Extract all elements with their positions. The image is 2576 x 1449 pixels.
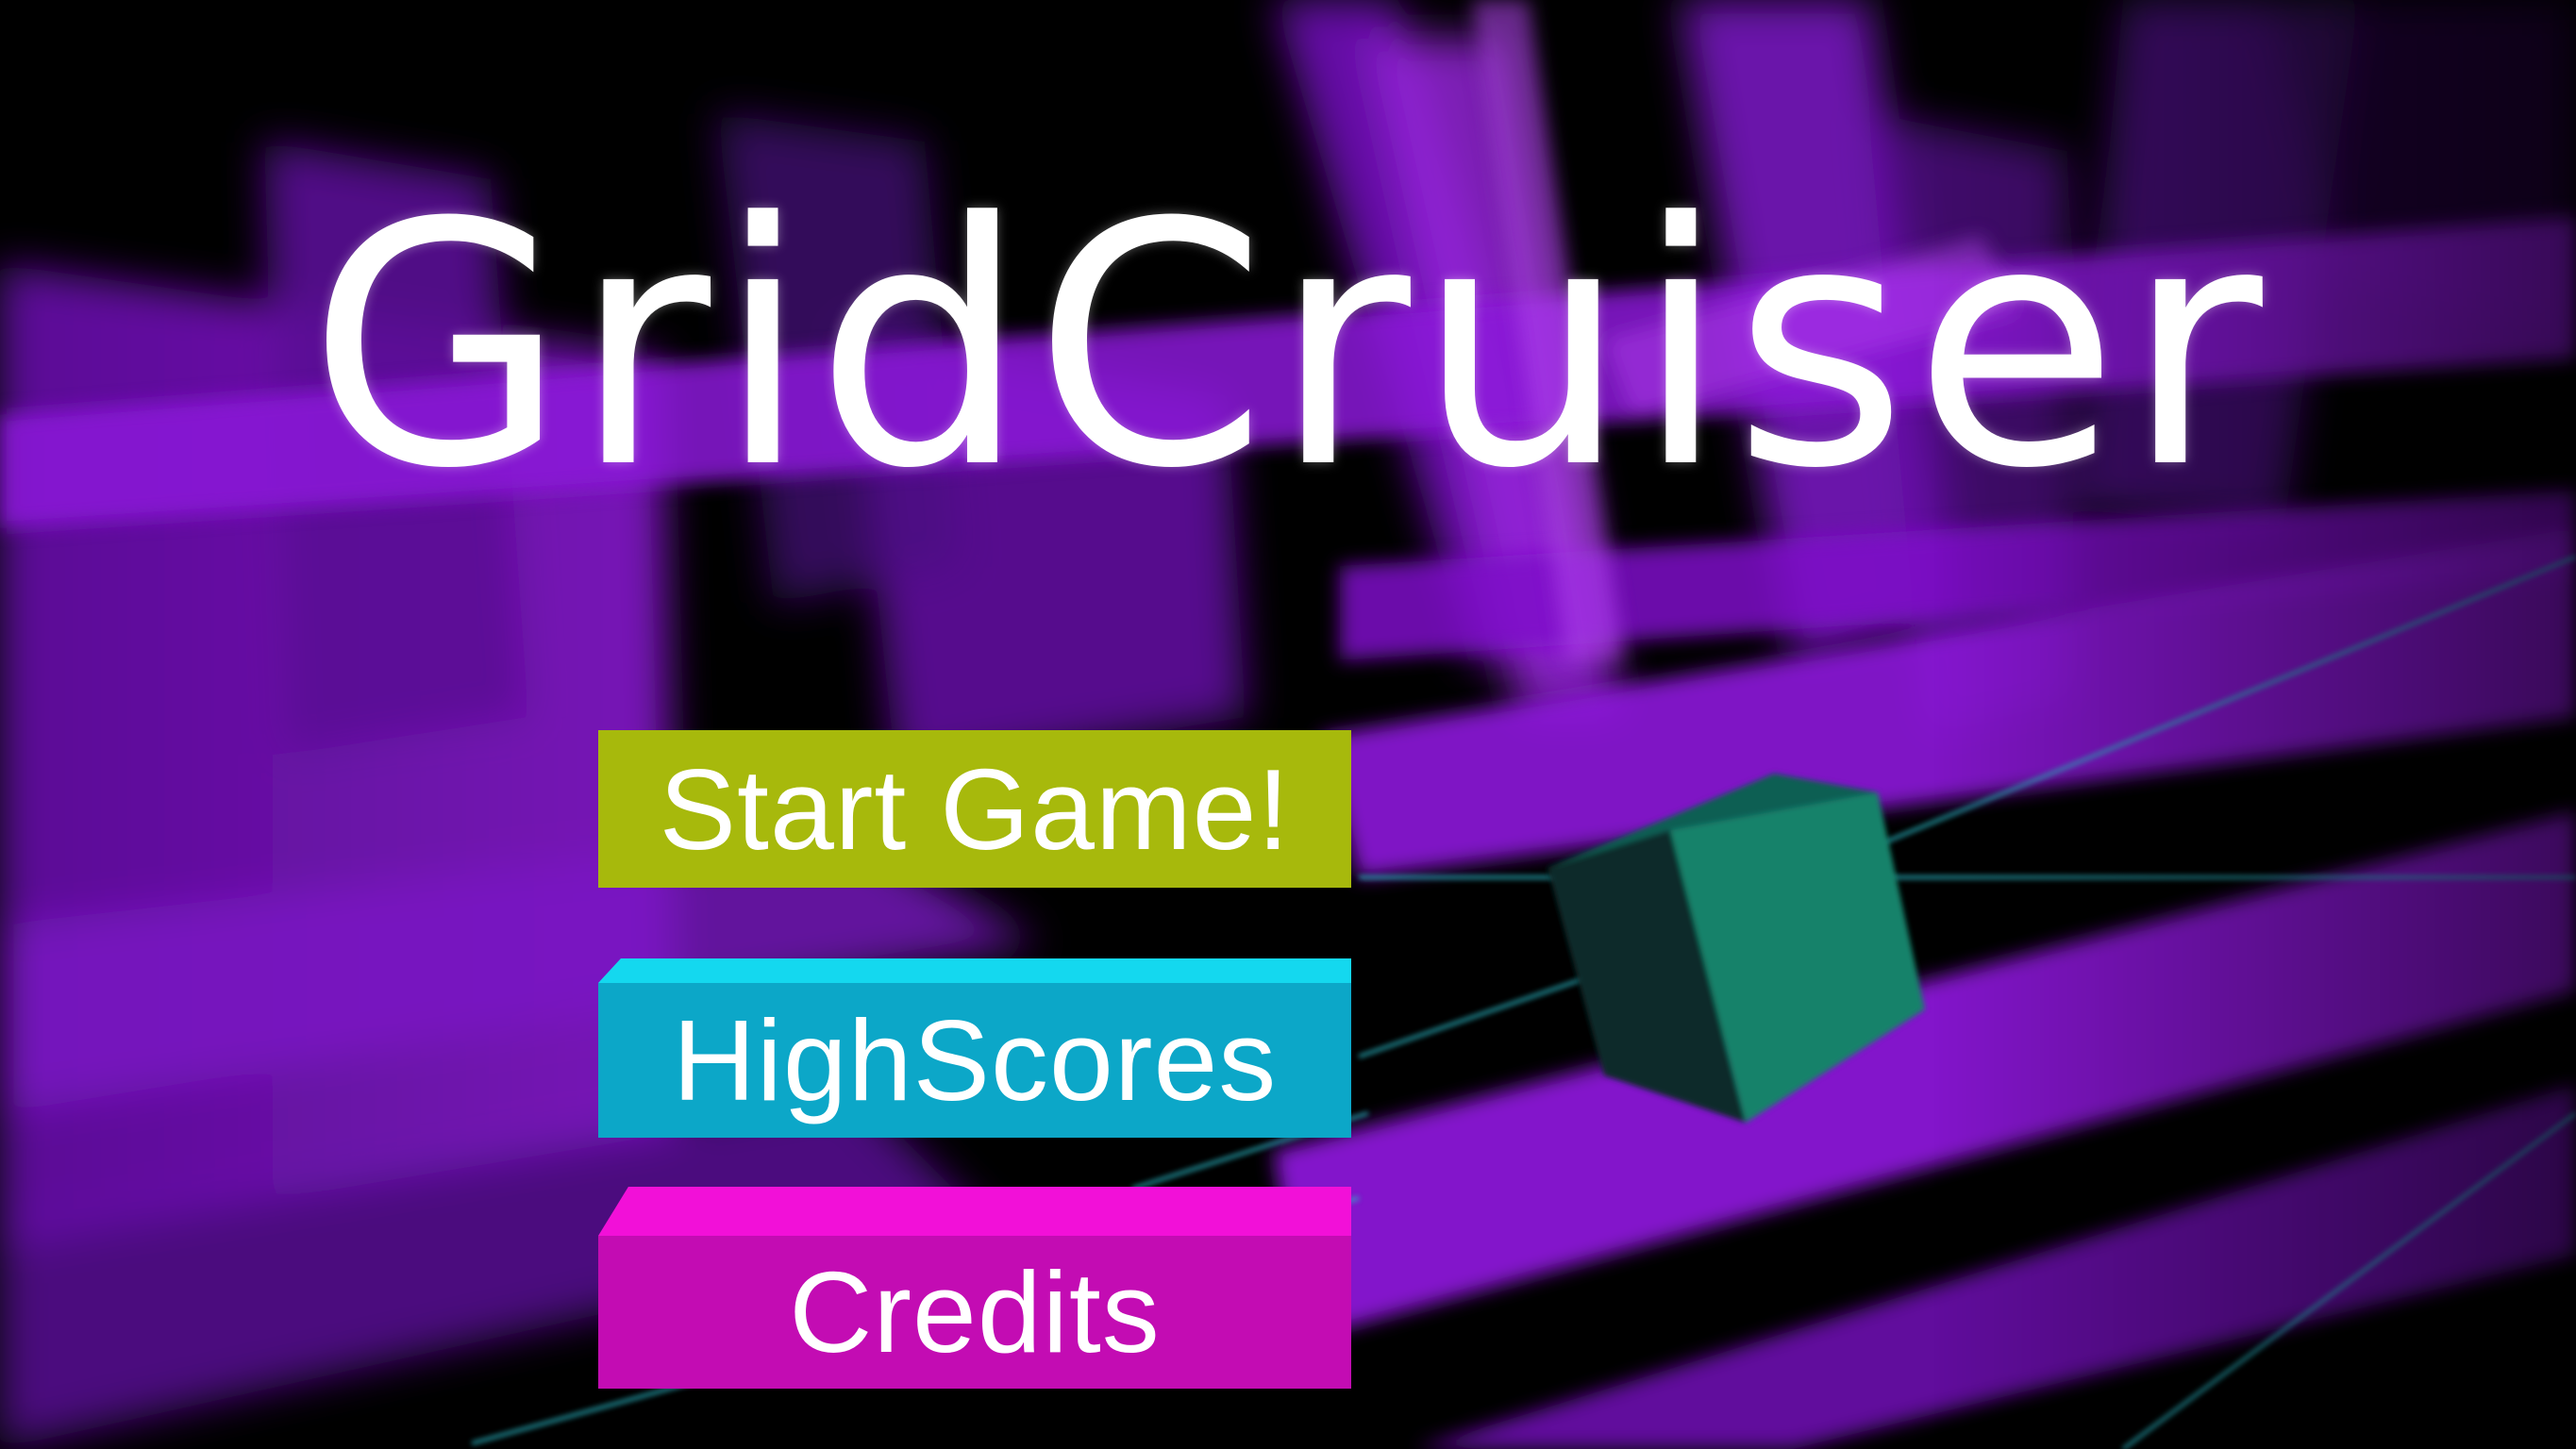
start-game-button[interactable]: Start Game!	[598, 730, 1351, 888]
game-title: GridCruiser	[308, 151, 2268, 541]
start-game-face: Start Game!	[598, 730, 1351, 888]
main-menu-screen: GridCruiser Start Game! HighScores Credi…	[0, 0, 2576, 1449]
highscores-button[interactable]: HighScores	[598, 958, 1351, 1138]
credits-label: Credits	[789, 1248, 1161, 1376]
credits-face: Credits	[598, 1236, 1351, 1389]
highscores-label: HighScores	[672, 996, 1278, 1124]
highscores-face: HighScores	[598, 983, 1351, 1138]
credits-button-top	[598, 1187, 1351, 1236]
credits-button[interactable]: Credits	[598, 1187, 1351, 1389]
highscores-button-top	[598, 958, 1351, 983]
start-game-label: Start Game!	[659, 744, 1291, 874]
